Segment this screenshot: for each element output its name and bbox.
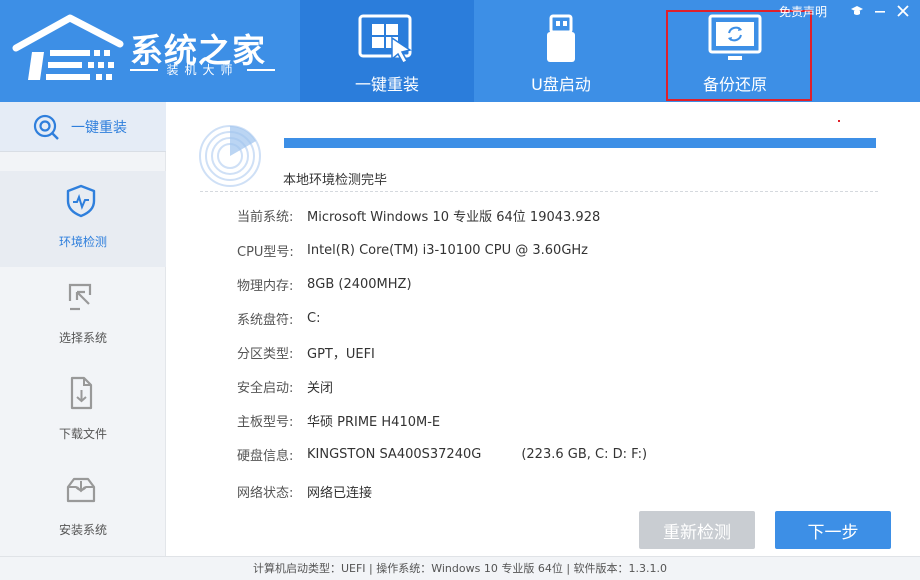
app-subtitle: 装机大师 xyxy=(130,61,275,78)
info-row-system-drive: 系统盘符: C: xyxy=(237,308,320,328)
header: 系统之家 装机大师 一键重装 U盘启动 备份还原 免责声明 xyxy=(0,0,920,102)
info-value: Microsoft Windows 10 专业版 64位 19043.928 xyxy=(307,209,601,225)
windows-cursor-icon xyxy=(358,14,412,64)
info-label: 分区类型: xyxy=(237,346,294,362)
rescan-button[interactable]: 重新检测 xyxy=(639,511,755,549)
dashed-divider xyxy=(200,191,878,192)
info-label: 网络状态: xyxy=(237,485,294,501)
highlight-annotation xyxy=(666,10,812,101)
info-label: 硬盘信息: xyxy=(237,448,294,464)
info-row-secure-boot: 安全启动: 关闭 xyxy=(237,376,333,396)
info-row-current-system: 当前系统: Microsoft Windows 10 专业版 64位 19043… xyxy=(237,205,600,225)
sidebar-item-install-system[interactable]: 安装系统 xyxy=(0,459,166,555)
graduation-cap-icon[interactable] xyxy=(850,4,864,18)
info-row-partition-type: 分区类型: GPT，UEFI xyxy=(237,342,375,362)
house-logo-icon xyxy=(12,14,124,80)
info-label: 系统盘符: xyxy=(237,312,294,328)
target-search-icon xyxy=(33,114,59,140)
info-value: 关闭 xyxy=(307,380,334,396)
shield-pulse-icon xyxy=(66,184,96,218)
info-row-network: 网络状态: 网络已连接 xyxy=(237,481,372,501)
info-label: 物理内存: xyxy=(237,278,294,294)
info-label: 当前系统: xyxy=(237,209,294,225)
info-value: KINGSTON SA400S37240G xyxy=(307,446,482,462)
usb-drive-icon xyxy=(547,14,575,62)
document-download-icon xyxy=(70,376,93,410)
window-controls: 免责声明 xyxy=(779,2,910,20)
red-marker-dot xyxy=(838,120,840,122)
disclaimer-link[interactable]: 免责声明 xyxy=(779,3,827,20)
app-subtitle-text: 装机大师 xyxy=(166,63,239,77)
tray-download-icon xyxy=(66,477,96,503)
tab-usb-boot[interactable]: U盘启动 xyxy=(474,0,648,102)
tab-label: U盘启动 xyxy=(531,75,591,94)
close-icon[interactable] xyxy=(896,4,910,18)
next-step-button[interactable]: 下一步 xyxy=(775,511,891,549)
sidebar-item-label: 选择系统 xyxy=(58,331,107,345)
cursor-box-icon xyxy=(68,283,92,311)
sidebar-header: 一键重装 xyxy=(0,102,166,152)
info-value: GPT，UEFI xyxy=(307,346,375,362)
info-value: 8GB (2400MHZ) xyxy=(307,276,412,292)
tab-label: 一键重装 xyxy=(354,75,419,94)
sidebar-item-select-system[interactable]: 选择系统 xyxy=(0,267,166,363)
sidebar-item-label: 下载文件 xyxy=(58,427,107,441)
detection-status: 本地环境检测完毕 xyxy=(283,173,388,188)
app-logo: 系统之家 装机大师 xyxy=(12,14,275,86)
detection-progress-bar xyxy=(284,138,876,148)
radar-scan-icon xyxy=(199,125,261,187)
sidebar-item-label: 安装系统 xyxy=(58,523,107,537)
sidebar: 一键重装 环境检测 选择系统 下载文件 安装系统 xyxy=(0,102,166,556)
info-value: Intel(R) Core(TM) i3-10100 CPU @ 3.60GHz xyxy=(307,242,588,258)
minimize-icon[interactable] xyxy=(873,4,887,18)
sidebar-item-env-check[interactable]: 环境检测 xyxy=(0,171,166,267)
info-value: 华硕 PRIME H410M-E xyxy=(307,414,441,430)
info-row-memory: 物理内存: 8GB (2400MHZ) xyxy=(237,274,412,294)
info-value-secondary: (223.6 GB, C: D: F:) xyxy=(521,446,648,462)
info-row-cpu: CPU型号: Intel(R) Core(TM) i3-10100 CPU @ … xyxy=(237,240,588,260)
info-value: 网络已连接 xyxy=(307,485,373,501)
info-value: C: xyxy=(307,310,321,326)
sidebar-header-label: 一键重装 xyxy=(71,119,127,136)
sidebar-item-download-files[interactable]: 下载文件 xyxy=(0,363,166,459)
info-label: CPU型号: xyxy=(237,244,294,260)
info-row-disk: 硬盘信息: KINGSTON SA400S37240G (223.6 GB, C… xyxy=(237,444,647,464)
info-row-motherboard: 主板型号: 华硕 PRIME H410M-E xyxy=(237,410,440,430)
info-label: 安全启动: xyxy=(237,380,294,396)
tab-one-click-reinstall[interactable]: 一键重装 xyxy=(300,0,474,102)
progress-fill xyxy=(284,138,876,148)
status-footer: 计算机启动类型：UEFI | 操作系统：Windows 10 专业版 64位 |… xyxy=(0,556,920,580)
sidebar-item-label: 环境检测 xyxy=(58,235,107,249)
info-label: 主板型号: xyxy=(237,414,294,430)
